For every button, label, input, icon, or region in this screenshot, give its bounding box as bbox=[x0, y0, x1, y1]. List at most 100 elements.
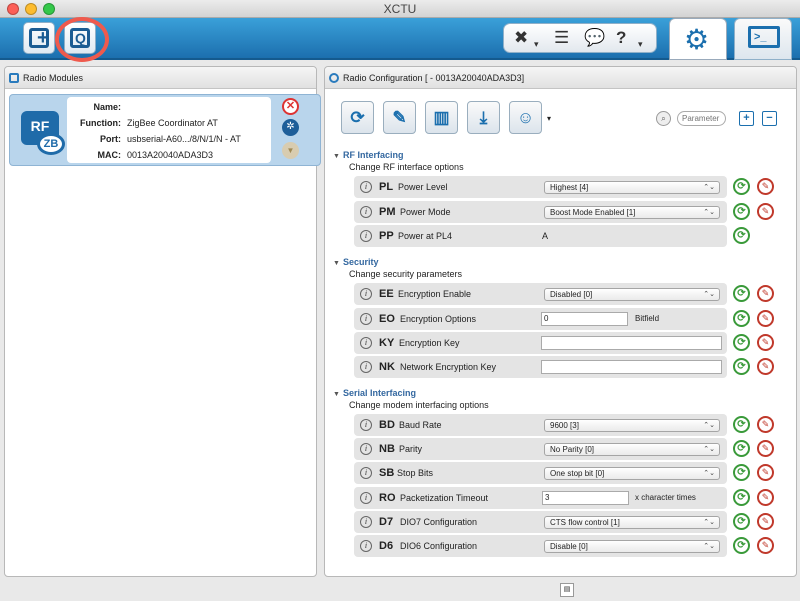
search-icon[interactable]: ⌕ bbox=[656, 111, 671, 126]
power-mode-select[interactable]: Boost Mode Enabled [1] ⌃⌄ bbox=[544, 206, 720, 219]
network-encryption-key-input[interactable] bbox=[541, 360, 722, 374]
section-security-toggle[interactable]: ▼ Security bbox=[333, 256, 783, 268]
section-rf-interfacing-toggle[interactable]: ▼ RF Interfacing bbox=[333, 149, 783, 161]
encryption-key-input[interactable] bbox=[541, 336, 722, 350]
info-icon[interactable]: i bbox=[360, 288, 372, 300]
write-param-icon[interactable]: ✎ bbox=[757, 537, 774, 554]
read-param-icon[interactable]: ⟳ bbox=[733, 464, 750, 481]
param-row-ro: i RO Packetization Timeout 3 x character… bbox=[354, 487, 774, 509]
write-param-icon[interactable]: ✎ bbox=[757, 178, 774, 195]
info-icon[interactable]: i bbox=[360, 337, 372, 349]
section-serial-interfacing-toggle[interactable]: ▼ Serial Interfacing bbox=[333, 387, 783, 399]
tools-icon[interactable]: ✖ bbox=[514, 28, 528, 48]
param-value: A bbox=[542, 231, 549, 241]
write-param-icon[interactable]: ✎ bbox=[757, 285, 774, 302]
radio-module-card[interactable]: RF ZB Name: Function: ZigBee Coordinator… bbox=[9, 94, 321, 166]
info-icon[interactable]: i bbox=[360, 313, 372, 325]
read-param-icon[interactable]: ⟳ bbox=[733, 489, 750, 506]
param-name: Packetization Timeout bbox=[400, 493, 489, 503]
module-port-value: usbserial-A60.../8/N/1/N - AT bbox=[127, 134, 241, 144]
read-param-icon[interactable]: ⟳ bbox=[733, 285, 750, 302]
write-param-icon[interactable]: ✎ bbox=[757, 416, 774, 433]
info-icon[interactable]: i bbox=[360, 206, 372, 218]
select-value: Highest [4] bbox=[550, 183, 589, 192]
window-minimize-button[interactable] bbox=[25, 3, 37, 15]
add-device-button[interactable]: + bbox=[23, 22, 55, 54]
window-titlebar: XCTU bbox=[0, 0, 800, 18]
read-param-icon[interactable]: ⟳ bbox=[733, 513, 750, 530]
param-name: Baud Rate bbox=[399, 420, 442, 430]
write-param-icon[interactable]: ✎ bbox=[757, 310, 774, 327]
default-button[interactable]: ▥ bbox=[425, 101, 458, 134]
read-param-icon[interactable]: ⟳ bbox=[733, 440, 750, 457]
update-firmware-button[interactable]: ⤓ bbox=[467, 101, 500, 134]
write-param-icon[interactable]: ✎ bbox=[757, 334, 774, 351]
dio7-configuration-select[interactable]: CTS flow control [1] ⌃⌄ bbox=[544, 516, 720, 529]
param-row-bd: i BD Baud Rate 9600 [3] ⌃⌄ ⟳ ✎ bbox=[354, 414, 774, 436]
profile-button[interactable]: ☺ bbox=[509, 101, 542, 134]
section-serial-interfacing: ▼ Serial Interfacing Change modem interfa… bbox=[333, 387, 783, 411]
expand-module-icon[interactable]: ▼ bbox=[282, 142, 299, 159]
expand-all-icon[interactable]: + bbox=[739, 111, 754, 126]
read-param-icon[interactable]: ⟳ bbox=[733, 227, 750, 244]
select-value: No Parity [0] bbox=[550, 445, 595, 454]
info-icon[interactable]: i bbox=[360, 419, 372, 431]
power-level-select[interactable]: Highest [4] ⌃⌄ bbox=[544, 181, 720, 194]
info-icon[interactable]: i bbox=[360, 516, 372, 528]
collapse-all-icon[interactable]: − bbox=[762, 111, 777, 126]
chat-icon[interactable]: 💬 bbox=[584, 28, 605, 48]
dio6-configuration-select[interactable]: Disable [0] ⌃⌄ bbox=[544, 540, 720, 553]
info-icon[interactable]: i bbox=[360, 181, 372, 193]
write-button[interactable]: ✎ bbox=[383, 101, 416, 134]
window-zoom-button[interactable] bbox=[43, 3, 55, 15]
network-discover-icon[interactable]: ✲ bbox=[282, 119, 299, 136]
parity-select[interactable]: No Parity [0] ⌃⌄ bbox=[544, 443, 720, 456]
help-icon[interactable]: ? bbox=[616, 28, 626, 48]
info-icon[interactable]: i bbox=[360, 467, 372, 479]
info-icon[interactable]: i bbox=[360, 443, 372, 455]
tab-configuration[interactable]: ⚙ bbox=[669, 18, 727, 60]
help-dropdown-icon[interactable]: ▾ bbox=[638, 34, 643, 54]
encryption-options-input[interactable]: 0 bbox=[541, 312, 628, 326]
read-param-icon[interactable]: ⟳ bbox=[733, 203, 750, 220]
profile-dropdown-icon[interactable]: ▾ bbox=[547, 114, 551, 123]
read-button[interactable]: ⟳ bbox=[341, 101, 374, 134]
write-param-icon[interactable]: ✎ bbox=[757, 513, 774, 530]
window-close-button[interactable] bbox=[7, 3, 19, 15]
param-code: RO bbox=[379, 492, 396, 504]
param-code: PP bbox=[379, 230, 394, 242]
write-param-icon[interactable]: ✎ bbox=[757, 358, 774, 375]
module-mac-value: 0013A20040ADA3D3 bbox=[127, 150, 214, 160]
write-param-icon[interactable]: ✎ bbox=[757, 464, 774, 481]
write-param-icon[interactable]: ✎ bbox=[757, 203, 774, 220]
parameter-search-input[interactable] bbox=[677, 111, 726, 126]
encryption-enable-select[interactable]: Disabled [0] ⌃⌄ bbox=[544, 288, 720, 301]
section-security: ▼ Security Change security parameters bbox=[333, 256, 783, 280]
info-icon[interactable]: i bbox=[360, 361, 372, 373]
read-param-icon[interactable]: ⟳ bbox=[733, 178, 750, 195]
select-arrows-icon: ⌃⌄ bbox=[703, 446, 715, 453]
write-param-icon[interactable]: ✎ bbox=[757, 489, 774, 506]
baud-rate-select[interactable]: 9600 [3] ⌃⌄ bbox=[544, 419, 720, 432]
info-icon[interactable]: i bbox=[360, 230, 372, 242]
param-code: PM bbox=[379, 206, 396, 218]
gear-icon: ⚙ bbox=[684, 24, 710, 55]
packetization-timeout-input[interactable]: 3 bbox=[542, 491, 629, 505]
read-param-icon[interactable]: ⟳ bbox=[733, 416, 750, 433]
read-param-icon[interactable]: ⟳ bbox=[733, 334, 750, 351]
read-param-icon[interactable]: ⟳ bbox=[733, 358, 750, 375]
status-log-icon[interactable]: ▤ bbox=[560, 583, 574, 597]
read-param-icon[interactable]: ⟳ bbox=[733, 310, 750, 327]
write-param-icon[interactable]: ✎ bbox=[757, 440, 774, 457]
tab-consoles[interactable]: >_ bbox=[734, 18, 792, 60]
tools-dropdown-icon[interactable]: ▾ bbox=[534, 34, 539, 54]
section-desc: Change security parameters bbox=[349, 269, 463, 279]
task-list-icon[interactable]: ☰ bbox=[554, 28, 569, 48]
param-row-eo: i EO Encryption Options 0 Bitfield ⟳ ✎ bbox=[354, 308, 774, 330]
info-icon[interactable]: i bbox=[360, 540, 372, 552]
info-icon[interactable]: i bbox=[360, 492, 372, 504]
remove-module-icon[interactable]: ✕ bbox=[282, 98, 299, 115]
status-bar: ▤ bbox=[0, 579, 800, 601]
read-param-icon[interactable]: ⟳ bbox=[733, 537, 750, 554]
stop-bits-select[interactable]: One stop bit [0] ⌃⌄ bbox=[544, 467, 720, 480]
